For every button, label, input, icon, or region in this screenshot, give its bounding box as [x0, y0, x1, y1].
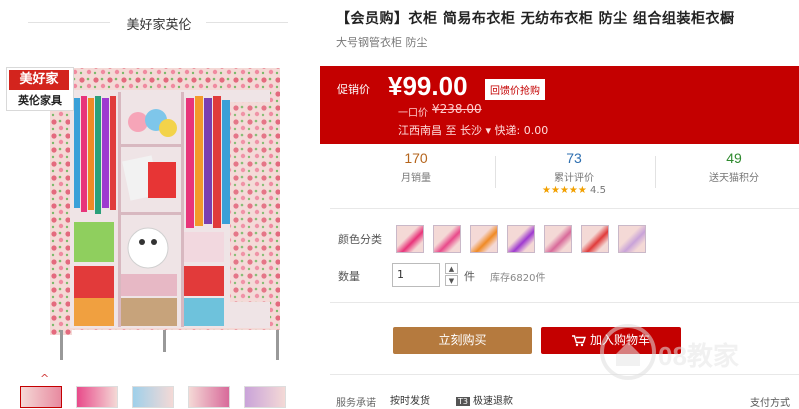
- divider: [655, 156, 656, 188]
- star-icons: ★★★★★: [542, 185, 587, 196]
- price-panel: 促销价 ¥99.00 回馈价抢购 一口价 ¥238.00 江西南昌 至 长沙 ▾…: [320, 66, 799, 144]
- color-swatch[interactable]: [433, 225, 461, 253]
- color-swatch[interactable]: [470, 225, 498, 253]
- review-count-label: 累计评价: [554, 173, 594, 184]
- watermark-icon: [600, 324, 656, 380]
- store-name[interactable]: 美好家英伦: [0, 14, 318, 33]
- service-label: 服务承诺: [336, 398, 376, 409]
- service-fast-refund[interactable]: T3 极速退款: [456, 392, 513, 407]
- color-swatch[interactable]: [618, 225, 646, 253]
- tmall-points: 49 送天猫积分: [664, 150, 799, 184]
- cart-icon: [571, 334, 586, 346]
- logo-line1: 美好家: [9, 70, 69, 90]
- divider: [330, 302, 799, 303]
- thumbnail[interactable]: [132, 386, 174, 408]
- product-subtitle: 大号钢管衣柜 防尘: [336, 36, 428, 49]
- monthly-sales-value: 170: [404, 150, 428, 166]
- thumbnail[interactable]: [244, 386, 286, 408]
- watermark: 08教家: [598, 322, 798, 392]
- rating-stars-icon: ★★★★★ 4.5: [504, 185, 644, 196]
- thumbnail-strip: [20, 386, 286, 408]
- rating-score: 4.5: [590, 185, 606, 196]
- divider: [330, 208, 799, 209]
- service-on-time-shipping[interactable]: 按时发货: [390, 392, 430, 407]
- decrease-icon[interactable]: ▼: [445, 275, 458, 286]
- payment-methods[interactable]: 支付方式: [750, 394, 790, 409]
- color-option-label: 颜色分类: [338, 233, 382, 246]
- promo-badge: 回馈价抢购: [485, 79, 545, 100]
- service-tag: T3: [456, 397, 470, 406]
- brand-logo: 美好家 英伦家具: [6, 67, 74, 111]
- original-price-label: 一口价: [398, 108, 428, 119]
- review-count[interactable]: 73 累计评价 ★★★★★ 4.5: [504, 150, 644, 196]
- tmall-points-value: 49: [726, 150, 742, 166]
- color-swatches: [396, 225, 646, 253]
- promo-price: ¥99.00: [388, 71, 468, 101]
- quantity-stepper: ▲ ▼: [445, 263, 459, 287]
- thumbnail-up-arrow-icon[interactable]: ^: [40, 372, 49, 385]
- buy-now-button[interactable]: 立刻购买: [393, 327, 532, 354]
- stock-count: 库存6820件: [490, 273, 546, 284]
- divider: [206, 22, 288, 23]
- product-title: 【会员购】衣柜 简易布衣柜 无纺布衣柜 防尘 组合组装柜衣橱: [336, 11, 735, 27]
- color-swatch[interactable]: [544, 225, 572, 253]
- thumbnail[interactable]: [188, 386, 230, 408]
- quantity-label: 数量: [338, 270, 360, 283]
- color-swatch[interactable]: [396, 225, 424, 253]
- monthly-sales: 170 月销量: [346, 150, 486, 184]
- increase-icon[interactable]: ▲: [445, 263, 458, 274]
- tmall-points-label: 送天猫积分: [709, 173, 759, 184]
- service-fast-refund-label: 极速退款: [472, 396, 513, 407]
- thumbnail[interactable]: [76, 386, 118, 408]
- divider: [495, 156, 496, 188]
- product-info: 【会员购】衣柜 简易布衣柜 无纺布衣柜 防尘 组合组装柜衣橱 大号钢管衣柜 防尘…: [320, 0, 799, 409]
- sales-stats: 170 月销量 73 累计评价 ★★★★★ 4.5 49 送天猫积分: [330, 150, 799, 198]
- logo-line2: 英伦家具: [18, 94, 62, 107]
- monthly-sales-label: 月销量: [401, 173, 431, 184]
- watermark-text: 08教家: [658, 341, 739, 371]
- quantity-input[interactable]: 1: [392, 263, 440, 287]
- product-gallery: 美好家英伦 美好家 英伦家具 ^: [0, 0, 318, 408]
- quantity-unit: 件: [464, 270, 475, 283]
- promo-price-label: 促销价: [337, 83, 370, 96]
- thumbnail[interactable]: [20, 386, 62, 408]
- color-swatch[interactable]: [581, 225, 609, 253]
- color-swatch[interactable]: [507, 225, 535, 253]
- original-price: ¥238.00: [432, 102, 482, 116]
- review-count-value[interactable]: 73: [504, 150, 644, 166]
- shipping-info[interactable]: 江西南昌 至 长沙 ▾ 快递: 0.00: [398, 122, 548, 138]
